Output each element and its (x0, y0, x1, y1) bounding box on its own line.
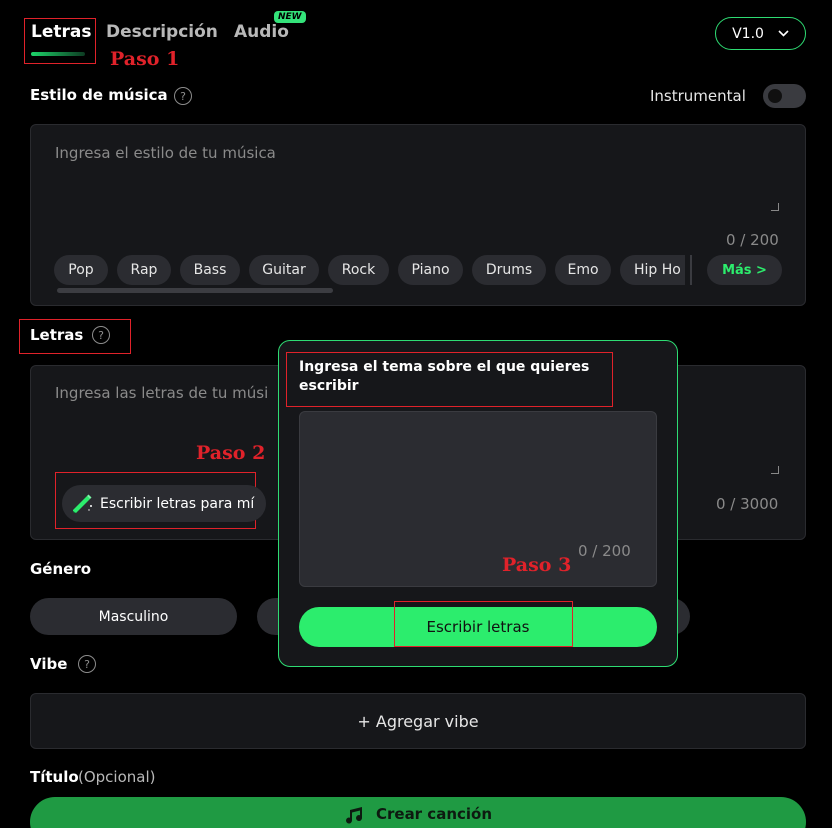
tab-description[interactable]: Descripción (106, 22, 218, 42)
instrumental-label: Instrumental (650, 87, 746, 105)
add-vibe-label: + Agregar vibe (357, 711, 479, 731)
title-label: Título (30, 768, 79, 786)
chip-emo[interactable]: Emo (555, 255, 611, 285)
chip-bass[interactable]: Bass (180, 255, 240, 285)
lyrics-counter: 0 / 3000 (716, 495, 779, 513)
music-style-label: Estilo de música (30, 86, 168, 104)
step3-highlight (394, 601, 573, 647)
toggle-knob (768, 89, 782, 103)
add-vibe-button[interactable]: + Agregar vibe (30, 693, 806, 749)
lyrics-placeholder: Ingresa las letras de tu músi (55, 384, 269, 402)
chip-piano[interactable]: Piano (398, 255, 463, 285)
create-song-button[interactable]: Crear canción (30, 797, 806, 828)
music-style-counter: 0 / 200 (726, 231, 779, 249)
chip-guitar[interactable]: Guitar (249, 255, 319, 285)
write-for-me-button[interactable]: Escribir letras para mí (62, 485, 266, 522)
vibe-label: Vibe (30, 655, 68, 673)
chip-divider (690, 255, 692, 285)
step1-annotation: Paso 1 (110, 48, 180, 70)
topic-counter: 0 / 200 (578, 542, 631, 560)
chips-scrollbar[interactable] (57, 288, 333, 293)
topic-input[interactable] (299, 411, 657, 587)
help-icon[interactable]: ? (174, 87, 192, 105)
step2-annotation: Paso 2 (196, 442, 266, 464)
resize-handle-icon[interactable] (771, 203, 779, 211)
version-select[interactable]: V1.0 (715, 17, 806, 50)
chip-pop[interactable]: Pop (54, 255, 108, 285)
gender-label: Género (30, 560, 92, 578)
modal-prompt: Ingresa el tema sobre el que quieres esc… (299, 359, 590, 394)
lyrics-label: Letras (30, 326, 84, 344)
music-style-placeholder: Ingresa el estilo de tu música (55, 144, 276, 162)
step3-annotation: Paso 3 (502, 554, 572, 576)
step1-highlight (24, 18, 96, 64)
help-icon[interactable]: ? (78, 655, 96, 673)
version-label: V1.0 (732, 25, 764, 42)
more-styles-button[interactable]: Más > (707, 255, 782, 285)
tab-audio[interactable]: Audio (234, 22, 289, 42)
chip-hiphop[interactable]: Hip Ho (620, 255, 685, 285)
new-badge: NEW (274, 11, 306, 23)
title-optional-label: (Opcional) (78, 768, 156, 786)
chip-rock[interactable]: Rock (328, 255, 389, 285)
music-notes-icon (345, 807, 362, 824)
help-icon[interactable]: ? (92, 326, 110, 344)
chip-drums[interactable]: Drums (472, 255, 546, 285)
gender-option-male[interactable]: Masculino (30, 598, 237, 635)
resize-handle-icon[interactable] (771, 466, 779, 474)
write-for-me-label: Escribir letras para mí (100, 495, 255, 512)
pencil-icon (73, 494, 92, 513)
chevron-down-icon (778, 30, 789, 37)
create-song-label: Crear canción (375, 805, 493, 823)
chip-rap[interactable]: Rap (117, 255, 171, 285)
